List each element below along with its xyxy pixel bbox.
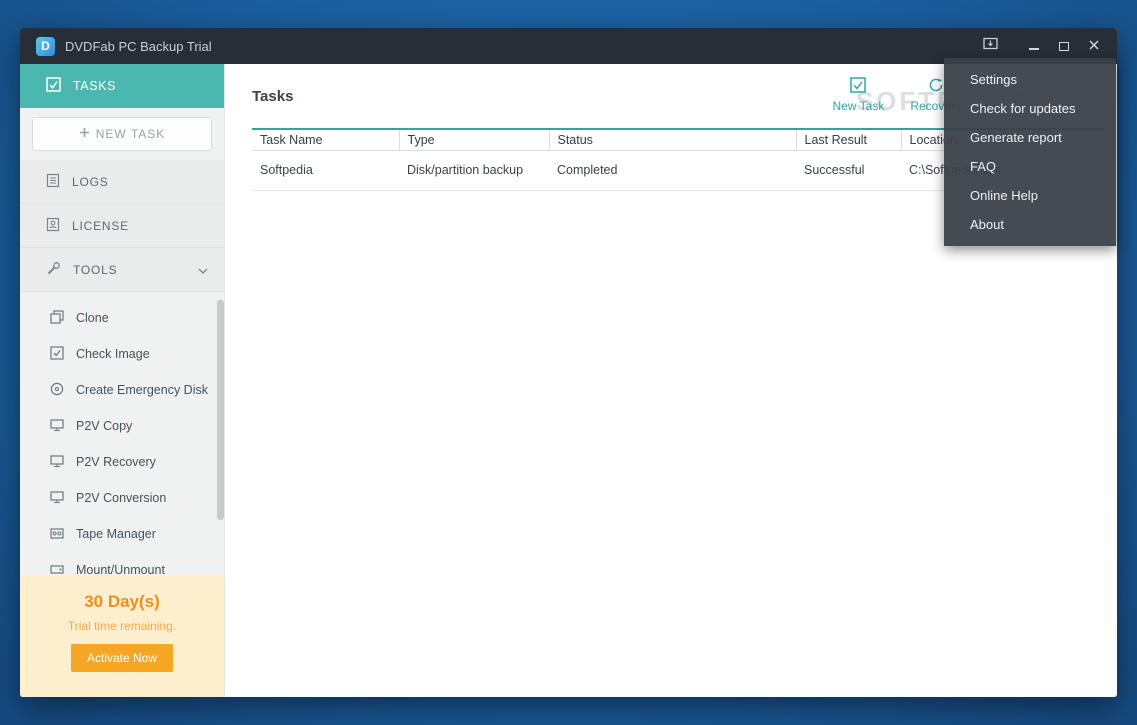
recovery-refresh-icon: [928, 77, 944, 96]
clone-icon: [50, 309, 64, 327]
tool-item-p2v-recovery[interactable]: P2V Recovery: [20, 444, 224, 480]
column-header-type: Type: [398, 129, 549, 151]
trial-days-remaining: 30 Day(s): [84, 592, 160, 611]
desktop-background: { "titlebar": { "title": "DVDFab PC Back…: [0, 0, 1137, 725]
tool-item-label: P2V Copy: [76, 419, 133, 433]
minimize-button[interactable]: [1019, 33, 1049, 59]
sidebar-item-logs[interactable]: LOGS: [20, 160, 224, 204]
sidebar-item-label: TASKS: [73, 79, 117, 93]
last-result-cell: Successful: [796, 150, 901, 191]
sidebar-scrollbar-thumb[interactable]: [217, 300, 224, 520]
menu-item-faq[interactable]: FAQ: [944, 152, 1116, 181]
monitor-copy-icon: [50, 418, 64, 435]
app-logo-icon: D: [36, 36, 55, 56]
menu-item-about[interactable]: About: [944, 210, 1116, 239]
toolbar-action-label: New Task: [832, 99, 885, 113]
sidebar: TASKS NEW TASK LOGS LICENSE TOOLS Clone …: [20, 64, 225, 697]
titlebar-controls: [975, 33, 1109, 59]
tool-item-label: Tape Manager: [76, 527, 156, 541]
wrench-icon: [46, 261, 61, 279]
menu-item-settings[interactable]: Settings: [944, 65, 1116, 94]
monitor-conversion-icon: [50, 490, 64, 507]
maximize-button[interactable]: [1049, 33, 1079, 59]
page-title: Tasks: [252, 88, 294, 105]
maximize-icon: [1059, 41, 1069, 51]
tasks-toolbar: New Task Recovery: [833, 77, 961, 113]
sidebar-item-tasks[interactable]: TASKS: [20, 64, 224, 108]
type-cell: Disk/partition backup: [399, 150, 549, 191]
new-task-wrap: NEW TASK: [20, 108, 224, 160]
close-icon: [1089, 37, 1099, 55]
emergency-disk-icon: [50, 382, 64, 399]
column-header-task-name: Task Name: [252, 129, 399, 151]
tool-item-label: Create Emergency Disk: [76, 383, 208, 397]
sidebar-item-license[interactable]: LICENSE: [20, 204, 224, 248]
tool-item-create-emergency-disk[interactable]: Create Emergency Disk: [20, 372, 224, 408]
plus-icon: [79, 127, 90, 141]
menu-item-online-help[interactable]: Online Help: [944, 181, 1116, 210]
tool-item-label: Mount/Unmount: [76, 563, 165, 575]
license-card-icon: [46, 217, 60, 235]
column-header-status: Status: [548, 129, 796, 151]
tool-item-tape-manager[interactable]: Tape Manager: [20, 516, 224, 552]
tool-item-p2v-copy[interactable]: P2V Copy: [20, 408, 224, 444]
tools-submenu: Clone Check Image Create Emergency Disk: [20, 292, 224, 575]
tool-item-mount-unmount[interactable]: Mount/Unmount: [20, 552, 224, 575]
sidebar-item-label: LOGS: [72, 174, 109, 189]
menu-item-generate-report[interactable]: Generate report: [944, 123, 1116, 152]
tool-item-label: Clone: [76, 311, 109, 325]
column-header-last-result: Last Result: [795, 129, 901, 151]
status-cell: Completed: [549, 150, 796, 191]
tool-item-label: P2V Conversion: [76, 491, 167, 505]
tool-item-label: P2V Recovery: [76, 455, 156, 469]
task-name-cell: Softpedia: [252, 150, 399, 191]
new-task-checkbox-icon: [850, 77, 867, 96]
check-image-icon: [50, 345, 64, 363]
app-window: D DVDFab PC Backup Trial TASKS NEW TASK …: [20, 28, 1117, 697]
tool-item-check-image[interactable]: Check Image: [20, 336, 224, 372]
close-button[interactable]: [1079, 33, 1109, 59]
activate-now-button[interactable]: Activate Now: [70, 644, 174, 672]
window-title: DVDFab PC Backup Trial: [65, 38, 212, 54]
window-share-icon: [982, 37, 998, 55]
tasks-checkbox-icon: [46, 77, 61, 95]
feedback-window-button[interactable]: [975, 33, 1005, 59]
tool-item-p2v-conversion[interactable]: P2V Conversion: [20, 480, 224, 516]
sidebar-item-label: LICENSE: [72, 218, 129, 233]
sidebar-item-tools[interactable]: TOOLS: [20, 248, 224, 292]
tool-item-clone[interactable]: Clone: [20, 300, 224, 336]
sidebar-item-label: TOOLS: [73, 262, 118, 277]
chevron-down-icon: [198, 263, 208, 277]
logs-icon: [46, 173, 60, 191]
new-task-button-label: NEW TASK: [95, 127, 166, 141]
trial-panel: 30 Day(s) Trial time remaining. Activate…: [20, 575, 224, 697]
trial-note: Trial time remaining.: [67, 619, 177, 633]
tape-icon: [50, 526, 64, 543]
toolbar-new-task-button[interactable]: New Task: [832, 77, 885, 113]
monitor-recovery-icon: [50, 454, 64, 471]
menu-item-check-for-updates[interactable]: Check for updates: [944, 94, 1116, 123]
app-dropdown-menu: Settings Check for updates Generate repo…: [944, 58, 1116, 246]
minimize-icon: [1029, 42, 1039, 50]
mount-drive-icon: [50, 562, 64, 576]
tool-item-label: Check Image: [76, 347, 150, 361]
new-task-button[interactable]: NEW TASK: [32, 117, 212, 151]
